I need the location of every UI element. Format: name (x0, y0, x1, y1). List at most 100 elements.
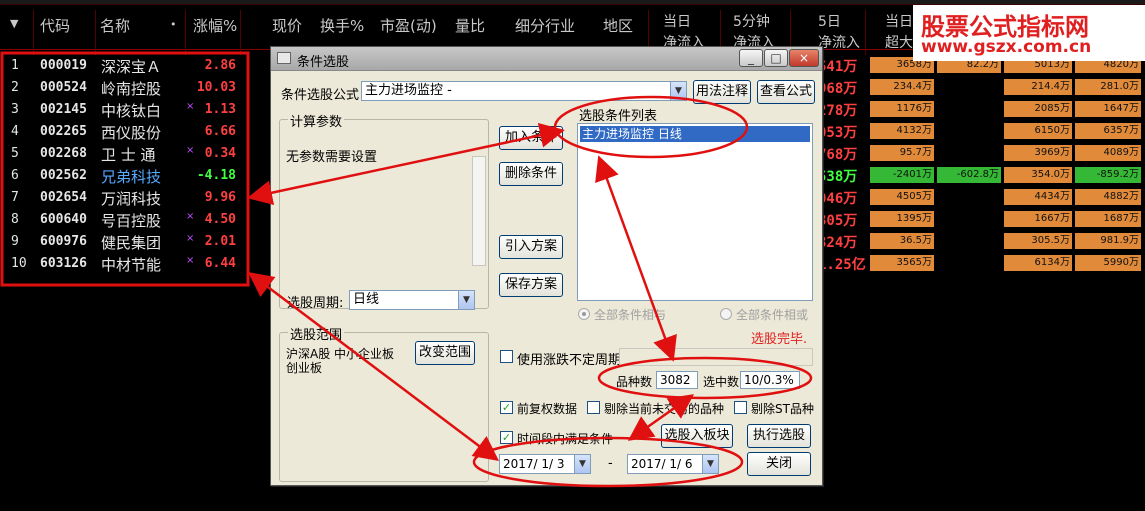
add-to-block-button[interactable]: 选股入板块 (661, 424, 733, 448)
col-change[interactable]: 涨幅% (193, 15, 237, 36)
flow-bar: 1647万 (1075, 101, 1141, 117)
stock-code[interactable]: 603126 (40, 256, 87, 271)
params-group: 计算参数 无参数需要设置 (279, 111, 489, 309)
view-formula-button[interactable]: 查看公式 (757, 80, 815, 104)
radio-and-label: 全部条件相与 (594, 308, 667, 322)
usage-notes-button[interactable]: 用法注释 (693, 80, 751, 104)
col-5day-flow-l2[interactable]: 净流入 (818, 32, 860, 52)
flow-bar: 3565万 (870, 255, 934, 271)
radio-or[interactable] (720, 308, 732, 320)
uncertain-period-checkbox[interactable] (500, 350, 513, 363)
radio-and[interactable] (578, 308, 590, 320)
stock-screener-dialog: 条件选股 _ □ × 条件选股公式 主力进场监控 - ▼ 用法注释 查看公式 计… (270, 46, 823, 486)
condition-list-label: 选股条件列表 (579, 109, 658, 124)
col-superlarge-l2[interactable]: 超大 (885, 32, 913, 52)
net-inflow: 968万 (818, 81, 858, 97)
params-scrollbar[interactable] (472, 156, 486, 266)
col-divider (865, 10, 866, 55)
delete-condition-button[interactable]: 删除条件 (499, 162, 563, 186)
flow-bar: 95.7万 (870, 145, 934, 161)
stock-mark: × (186, 233, 195, 244)
uncertain-period-label: 使用涨跌不定周期 (517, 353, 622, 368)
col-turnover[interactable]: 换手% (320, 15, 364, 36)
stock-code[interactable]: 600976 (40, 234, 87, 249)
end-date-field[interactable]: 2017/ 1/ 6 ▼ (627, 454, 719, 474)
time-range-checkbox[interactable]: ✓ (500, 431, 513, 444)
col-name[interactable]: 名称 (100, 15, 130, 36)
col-code[interactable]: 代码 (40, 15, 70, 36)
uncertain-period-field[interactable] (619, 348, 813, 366)
col-day-flow-l1[interactable]: 当日 (663, 11, 691, 31)
maximize-button[interactable]: □ (764, 49, 788, 67)
exclude-st-checkbox[interactable] (734, 401, 747, 414)
row-index: 2 (11, 80, 19, 95)
stock-code[interactable]: 002562 (40, 168, 87, 183)
col-5day-flow-l1[interactable]: 5日 (818, 11, 841, 31)
scope-text-2: 创业板 (286, 361, 323, 375)
formula-select[interactable]: 主力进场监控 - ▼ (361, 81, 687, 101)
stock-code[interactable]: 002654 (40, 190, 87, 205)
formula-value: 主力进场监控 - (365, 83, 452, 98)
flow-bar: -602.8万 (937, 167, 1001, 183)
row-index: 9 (11, 234, 19, 249)
change-pct: 9.96 (204, 190, 236, 205)
col-price[interactable]: 现价 (272, 15, 302, 36)
stock-code[interactable]: 000019 (40, 58, 87, 73)
stock-code[interactable]: 000524 (40, 80, 87, 95)
col-industry[interactable]: 细分行业 (515, 15, 575, 36)
dialog-titlebar[interactable]: 条件选股 _ □ × (271, 47, 822, 71)
execute-screen-button[interactable]: 执行选股 (747, 424, 811, 448)
col-superlarge-l1[interactable]: 当日 (885, 11, 913, 31)
change-scope-button[interactable]: 改变范围 (415, 341, 475, 365)
condition-list[interactable]: 主力进场监控 日线 (577, 123, 813, 301)
stock-name[interactable]: 兄弟科技 (101, 166, 161, 187)
change-pct: 10.03 (196, 80, 236, 95)
col-region[interactable]: 地区 (603, 15, 633, 36)
stock-name[interactable]: 中核钛白 (101, 100, 161, 121)
stock-code[interactable]: 600640 (40, 212, 87, 227)
stock-name[interactable]: 岭南控股 (101, 78, 161, 99)
stock-code[interactable]: 002268 (40, 146, 87, 161)
count-label: 品种数 (616, 375, 653, 389)
time-range-label: 时间段内满足条件 (517, 432, 614, 446)
period-value: 日线 (353, 292, 380, 307)
chevron-down-icon[interactable]: ▼ (702, 455, 718, 473)
row-index: 7 (11, 190, 19, 205)
stock-name[interactable]: 万润科技 (101, 188, 161, 209)
stock-name[interactable]: 西仪股份 (101, 122, 161, 143)
sort-triangle-down-icon[interactable]: ▼ (10, 17, 18, 30)
start-date-field[interactable]: 2017/ 1/ 3 ▼ (499, 454, 591, 474)
col-divider (95, 10, 96, 55)
period-select[interactable]: 日线 ▼ (349, 290, 475, 310)
change-pct: 2.86 (204, 58, 236, 73)
col-volume-ratio[interactable]: 量比 (455, 15, 485, 36)
window-close-button[interactable]: × (789, 49, 819, 67)
change-pct: 6.44 (204, 256, 236, 271)
flow-bar: 1176万 (870, 101, 934, 117)
stock-code[interactable]: 002145 (40, 102, 87, 117)
import-plan-button[interactable]: 引入方案 (499, 235, 563, 259)
chevron-down-icon[interactable]: ▼ (574, 455, 590, 473)
period-label: 选股周期: (287, 296, 344, 311)
chevron-down-icon[interactable]: ▼ (670, 82, 686, 100)
stock-code[interactable]: 002265 (40, 124, 87, 139)
flow-bar: -859.2万 (1075, 167, 1141, 183)
stock-name[interactable]: 号百控股 (101, 210, 161, 231)
rights-checkbox[interactable]: ✓ (500, 401, 513, 414)
save-plan-button[interactable]: 保存方案 (499, 273, 563, 297)
add-condition-button[interactable]: 加入条件 (499, 126, 563, 150)
exclude-untraded-checkbox[interactable] (587, 401, 600, 414)
chevron-down-icon[interactable]: ▼ (458, 291, 474, 309)
minimize-button[interactable]: _ (739, 49, 763, 67)
stock-name[interactable]: 卫 士 通 (101, 144, 156, 165)
dialog-title: 条件选股 (297, 55, 350, 70)
condition-list-item[interactable]: 主力进场监控 日线 (580, 126, 810, 142)
flow-bar: 234.4万 (870, 79, 934, 95)
change-pct: 6.66 (204, 124, 236, 139)
stock-name[interactable]: 健民集团 (101, 232, 161, 253)
col-pe[interactable]: 市盈(动) (380, 15, 437, 36)
stock-name[interactable]: 深深宝Ａ (101, 56, 161, 77)
col-5min-flow-l1[interactable]: 5分钟 (733, 11, 770, 31)
stock-name[interactable]: 中材节能 (101, 254, 161, 275)
close-button[interactable]: 关闭 (747, 452, 811, 476)
